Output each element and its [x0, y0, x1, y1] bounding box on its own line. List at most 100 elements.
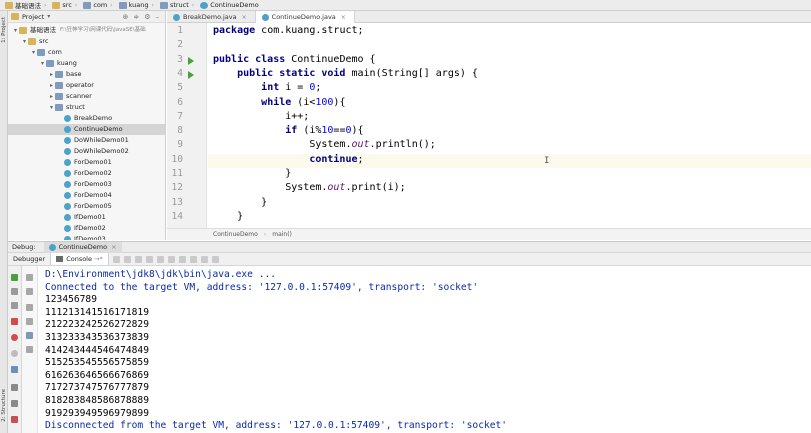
clear-all-icon[interactable] — [26, 346, 33, 353]
close-icon[interactable]: × — [242, 14, 247, 21]
chevron-right-icon[interactable]: ▸ — [48, 91, 55, 102]
tree-item-kuang[interactable]: ▾ kuang — [8, 58, 165, 69]
tree-item-scanner[interactable]: ▸ scanner — [8, 91, 165, 102]
tree-item-breakdemo[interactable]: BreakDemo — [8, 113, 165, 124]
code-line: System.out.print(i); — [213, 182, 405, 193]
tree-item-src[interactable]: ▾ src — [8, 36, 165, 47]
tree-item-base[interactable]: ▸ base — [8, 69, 165, 80]
code-token: int — [261, 82, 286, 94]
tree-item-dowhiledemo01[interactable]: DoWhileDemo01 — [8, 135, 165, 146]
breadcrumb-item[interactable]: kuang › — [116, 0, 157, 11]
tree-item-struct[interactable]: ▾ struct — [8, 102, 165, 113]
tab-breakdemo-java[interactable]: BreakDemo.java × — [167, 11, 256, 23]
run-icon[interactable] — [188, 56, 194, 65]
tree-item-fordemo02[interactable]: ForDemo02 — [8, 168, 165, 179]
arrow-down-icon[interactable] — [26, 288, 33, 295]
tree-item-fordemo04[interactable]: ForDemo04 — [8, 190, 165, 201]
tree-item-dowhiledemo02[interactable]: DoWhileDemo02 — [8, 146, 165, 157]
console-side-toolbar — [22, 266, 38, 433]
code-token: i = — [285, 82, 310, 94]
pin-tab-icon[interactable] — [11, 400, 18, 407]
tree-item-ifdemo01[interactable]: IfDemo01 — [8, 212, 165, 223]
settings-icon[interactable] — [211, 255, 219, 263]
tree-item-label: com — [48, 48, 62, 56]
tree-item-fordemo03[interactable]: ForDemo03 — [8, 179, 165, 190]
chevron-down-icon[interactable]: ▾ — [47, 13, 50, 20]
breadcrumb-method[interactable]: main() — [272, 231, 292, 238]
force-step-into-icon[interactable] — [145, 255, 153, 263]
breadcrumb-item[interactable]: com › — [80, 0, 115, 11]
mute-breakpoints-icon[interactable] — [11, 350, 18, 357]
debug-session-tab[interactable]: ContinueDemo × — [43, 241, 122, 253]
code-line: while (i<100){ — [213, 97, 345, 108]
soft-wrap-icon[interactable] — [26, 304, 33, 311]
rerun-icon[interactable] — [11, 274, 18, 281]
stop-icon[interactable] — [11, 318, 18, 325]
collapse-icon[interactable]: ≑ — [133, 13, 139, 21]
console-line: 919293949596979899 — [45, 407, 149, 419]
step-over-icon[interactable] — [123, 255, 131, 263]
code-token: } — [213, 210, 244, 222]
print-icon[interactable] — [26, 332, 33, 339]
gear-icon[interactable]: ⚙ — [144, 13, 150, 21]
project-tool-button[interactable]: 1: Project — [0, 17, 8, 43]
breadcrumb-item[interactable]: 基础语法 › — [2, 0, 49, 11]
close-icon[interactable]: × — [111, 243, 116, 251]
tree-item-ifdemo03[interactable]: IfDemo03 — [8, 234, 165, 240]
chevron-down-icon[interactable]: ▾ — [12, 25, 19, 36]
code-token: out — [351, 139, 370, 151]
tab-debugger[interactable]: Debugger — [8, 253, 50, 265]
restore-layout-icon[interactable] — [112, 255, 120, 263]
code-token: main(String[] args) { — [351, 67, 478, 79]
tree-item-com[interactable]: ▾ com — [8, 47, 165, 58]
code-token: i++; — [213, 110, 310, 122]
arrow-up-icon[interactable] — [26, 274, 33, 281]
tree-item-ifdemo02[interactable]: IfDemo02 — [8, 223, 165, 234]
scroll-to-end-icon[interactable] — [26, 318, 33, 325]
view-breakpoints-icon[interactable] — [11, 334, 18, 341]
class-icon — [200, 1, 209, 9]
breadcrumb-item[interactable]: struct › — [157, 0, 197, 11]
project-view-selector[interactable]: Project — [22, 13, 44, 21]
editor-tabs: BreakDemo.java × ContinueDemo.java × — [167, 11, 811, 23]
breadcrumb-class[interactable]: ContinueDemo — [213, 231, 258, 238]
locate-icon[interactable]: ⊕ — [122, 13, 128, 21]
chevron-down-icon[interactable]: ▾ — [48, 102, 55, 113]
evaluate-icon[interactable] — [189, 255, 197, 263]
settings-icon[interactable] — [11, 384, 18, 391]
step-into-icon[interactable] — [134, 255, 142, 263]
code-editor[interactable]: 1 2 3 4 5 6 7 8 9 10 11 12 13 14 package com.kuang.st… — [167, 23, 811, 228]
drop-frame-icon[interactable] — [167, 255, 175, 263]
code-token: ){ — [333, 96, 346, 108]
resume-icon[interactable] — [11, 288, 18, 295]
tab-continuedemo-java[interactable]: ContinueDemo.java × — [255, 11, 355, 23]
step-out-icon[interactable] — [156, 255, 164, 263]
run-to-cursor-icon[interactable] — [178, 255, 186, 263]
run-icon[interactable] — [188, 70, 194, 79]
trace-icon[interactable] — [200, 255, 208, 263]
close-icon[interactable]: × — [341, 14, 346, 21]
tree-item-fordemo01[interactable]: ForDemo01 — [8, 157, 165, 168]
tree-item-continuedemo[interactable]: ContinueDemo — [8, 124, 165, 135]
breadcrumb-item[interactable]: src › — [49, 0, 80, 11]
camera-icon[interactable] — [11, 366, 18, 373]
breadcrumb-item[interactable]: ContinueDemo — [197, 0, 262, 11]
pause-icon[interactable] — [11, 302, 18, 309]
chevron-down-icon[interactable]: ▾ — [30, 47, 37, 58]
class-icon — [64, 170, 71, 177]
tree-item-label: BreakDemo — [74, 114, 113, 122]
tree-item-root[interactable]: ▾ 基础语法 F:\狂神学习\网课代码\JavaSE\基础 — [8, 25, 165, 36]
chevron-right-icon[interactable]: ▸ — [48, 80, 55, 91]
chevron-down-icon[interactable]: ▾ — [21, 36, 28, 47]
tree-item-operator[interactable]: ▸ operator — [8, 80, 165, 91]
close-icon[interactable] — [11, 416, 18, 423]
structure-tool-button[interactable]: 2: Structure — [0, 389, 8, 422]
chevron-down-icon[interactable]: ▾ — [39, 58, 46, 69]
tree-item-fordemo05[interactable]: ForDemo05 — [8, 201, 165, 212]
console-output[interactable]: D:\Environment\jdk8\jdk\bin\java.exe ...… — [38, 266, 811, 433]
code-token: public static void — [213, 67, 352, 79]
class-icon — [48, 243, 56, 251]
hide-icon[interactable]: – — [156, 13, 160, 21]
tab-console[interactable]: Console →* — [50, 253, 109, 265]
chevron-right-icon[interactable]: ▸ — [48, 69, 55, 80]
